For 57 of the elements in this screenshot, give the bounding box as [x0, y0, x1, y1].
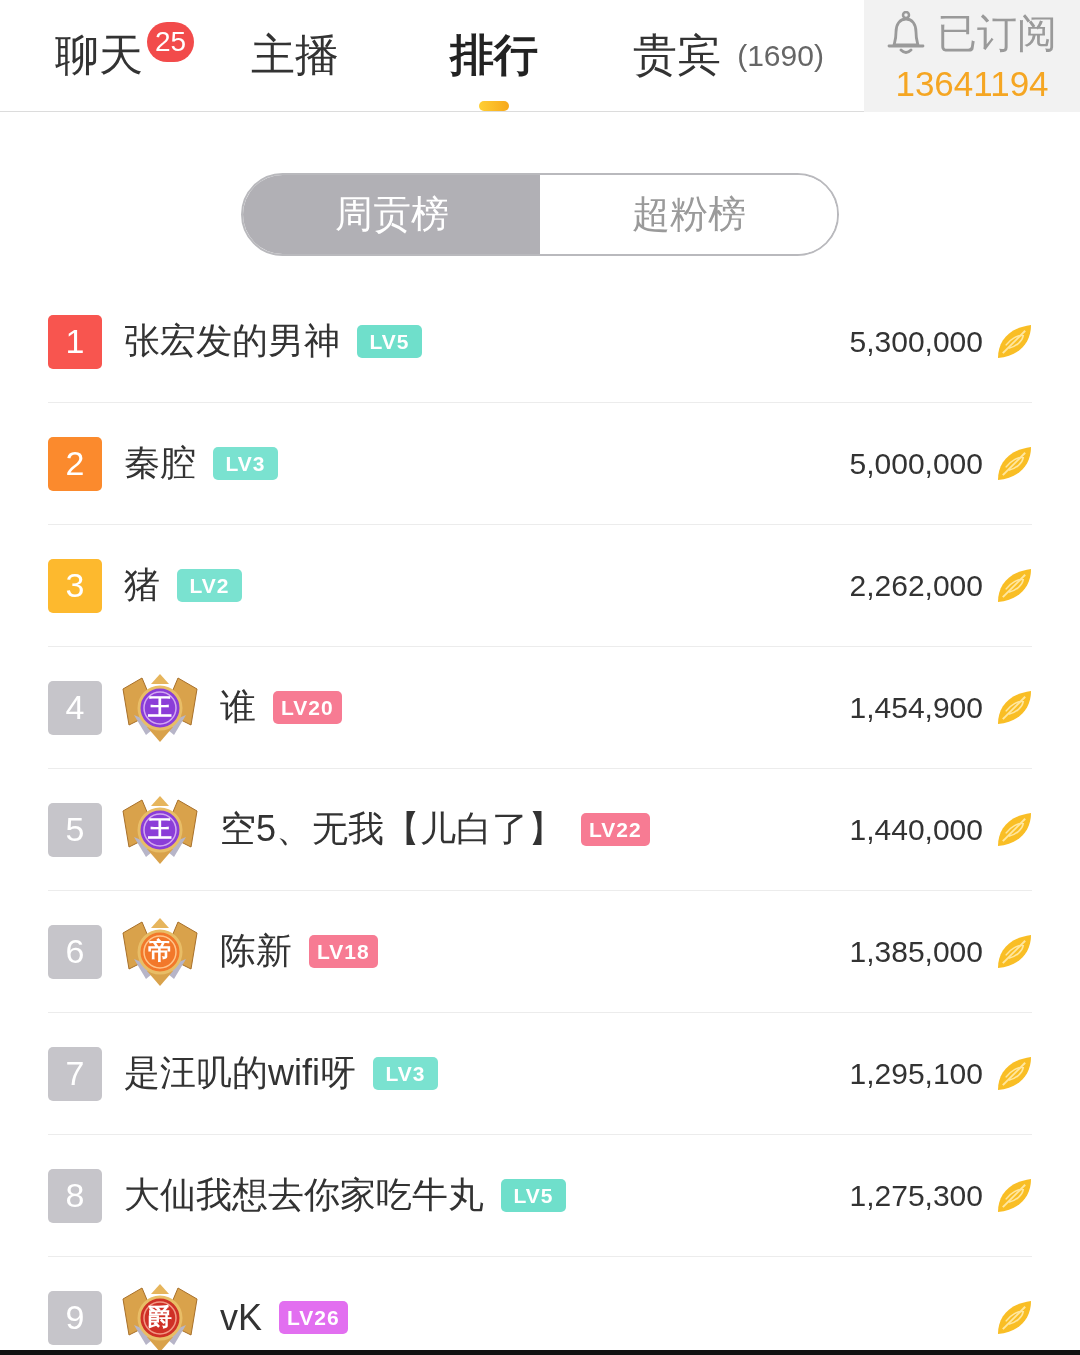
level-badge: LV5 — [357, 325, 422, 358]
leaf-icon — [997, 446, 1032, 481]
leaf-icon — [997, 690, 1032, 725]
rank-emblem: 帝 — [122, 916, 198, 987]
rank-number: 3 — [48, 558, 102, 613]
user-name: 猪 — [124, 563, 160, 607]
rank-number: 9 — [48, 1290, 102, 1345]
rank-number: 4 — [48, 680, 102, 735]
guest-count: (1690) — [737, 38, 824, 73]
leaf-icon — [997, 324, 1032, 359]
contribution-amount: 1,275,300 — [849, 1178, 983, 1213]
leaf-icon — [997, 1056, 1032, 1091]
leaf-icon — [997, 568, 1032, 603]
contribution-amount: 5,000,000 — [849, 446, 983, 481]
contribution-amount: 1,385,000 — [849, 934, 983, 969]
user-name: 大仙我想去你家吃牛丸 — [124, 1173, 484, 1217]
contribution-amount: 1,295,100 — [849, 1056, 983, 1091]
tab[interactable]: 主播 — [251, 0, 340, 111]
level-badge: LV3 — [213, 447, 278, 480]
user-name: 张宏发的男神 — [124, 319, 340, 363]
level-badge: LV22 — [581, 813, 650, 846]
level-badge: LV18 — [309, 935, 378, 968]
leaf-icon — [997, 934, 1032, 969]
leaf-icon — [997, 1300, 1032, 1335]
contribution-amount: 2,262,000 — [849, 568, 983, 603]
level-badge: LV5 — [501, 1179, 566, 1212]
tab[interactable]: 贵宾 (1690) — [633, 0, 824, 111]
rank-number: 2 — [48, 436, 102, 491]
user-name: 空5、无我【儿白了】 — [220, 807, 565, 851]
unread-count: 25 — [147, 22, 195, 62]
tab[interactable]: 聊天 25 — [55, 0, 195, 111]
contribution-amount: 1,454,900 — [849, 690, 983, 725]
leaf-icon — [997, 812, 1032, 847]
user-name: vK — [220, 1296, 262, 1339]
rank-number: 1 — [48, 314, 102, 369]
leaf-icon — [997, 1178, 1032, 1213]
rank-emblem: 爵 — [122, 1282, 198, 1350]
level-badge: LV3 — [373, 1057, 438, 1090]
level-badge: LV20 — [273, 691, 342, 724]
level-badge: LV26 — [279, 1301, 348, 1334]
contribution-amount: 5,300,000 — [849, 324, 983, 359]
level-badge: LV2 — [177, 569, 242, 602]
bell-icon — [887, 11, 925, 55]
subscribed-label: 已订阅 — [937, 10, 1057, 56]
rank-number: 5 — [48, 802, 102, 857]
user-name: 是汪叽的wifi呀 — [124, 1051, 356, 1095]
user-name: 谁 — [220, 685, 256, 729]
subscriber-count: 13641194 — [895, 63, 1049, 105]
rank-number: 7 — [48, 1046, 102, 1101]
rank-emblem: 王 — [122, 672, 198, 743]
rank-number: 6 — [48, 924, 102, 979]
contribution-amount: 1,440,000 — [849, 812, 983, 847]
user-name: 秦腔 — [124, 441, 196, 485]
rank-emblem: 王 — [122, 794, 198, 865]
tab[interactable]: 排行 — [450, 0, 539, 111]
rank-number: 8 — [48, 1168, 102, 1223]
user-name: 陈新 — [220, 929, 292, 973]
